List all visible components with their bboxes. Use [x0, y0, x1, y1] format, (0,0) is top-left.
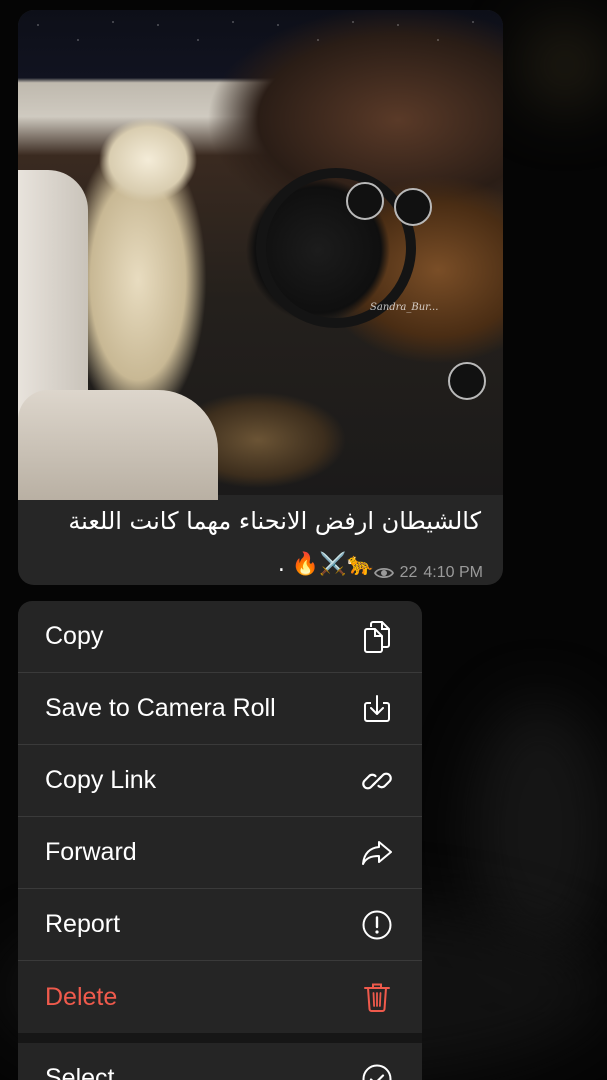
message-meta: 22 4:10 PM [373, 564, 483, 582]
menu-item-label: Forward [45, 838, 137, 866]
menu-item-copy-link[interactable]: Copy Link [18, 745, 422, 817]
menu-item-forward[interactable]: Forward [18, 817, 422, 889]
photo-watermark: Sandra_Bur... [370, 302, 439, 313]
photo-gauge [346, 182, 384, 220]
menu-item-label: Save to Camera Roll [45, 694, 276, 722]
message-photo[interactable]: Sandra_Bur... [18, 10, 503, 500]
download-icon [360, 692, 394, 726]
trash-icon [360, 980, 394, 1014]
photo-gauge [448, 362, 486, 400]
report-icon [360, 908, 394, 942]
views-count: 22 [399, 564, 418, 581]
message-bubble[interactable]: Sandra_Bur... كالشيطان ارفض الانحناء مهم… [18, 10, 503, 585]
starlight-headliner [18, 10, 503, 80]
screen: Sandra_Bur... كالشيطان ارفض الانحناء مهم… [0, 0, 607, 1080]
menu-item-delete[interactable]: Delete [18, 961, 422, 1043]
menu-item-label: Report [45, 910, 121, 938]
menu-item-label: Delete [45, 982, 118, 1011]
link-icon [360, 764, 394, 798]
menu-item-label: Copy Link [45, 766, 157, 794]
forward-icon [360, 836, 394, 870]
message-time: 4:10 PM [423, 564, 483, 581]
menu-item-label: Select [45, 1064, 115, 1080]
menu-item-select[interactable]: Select [18, 1043, 422, 1080]
check-circle-icon [360, 1062, 394, 1080]
menu-item-save-to-camera-roll[interactable]: Save to Camera Roll [18, 673, 422, 745]
context-menu: Copy Save to Camera Roll Copy Link Forwa… [18, 601, 422, 1080]
menu-item-report[interactable]: Report [18, 889, 422, 961]
menu-item-label: Copy [45, 622, 104, 650]
photo-seat-base [18, 390, 218, 500]
photo-gauge [394, 188, 432, 226]
copy-icon [360, 620, 394, 654]
menu-item-copy[interactable]: Copy [18, 601, 422, 673]
background-blur [520, 20, 607, 110]
message-caption: كالشيطان ارفض الانحناء مهما كانت اللعنة [68, 507, 481, 535]
message-caption-emoji: 🐆⚔️🔥 . [277, 552, 374, 577]
eye-icon [373, 566, 394, 580]
